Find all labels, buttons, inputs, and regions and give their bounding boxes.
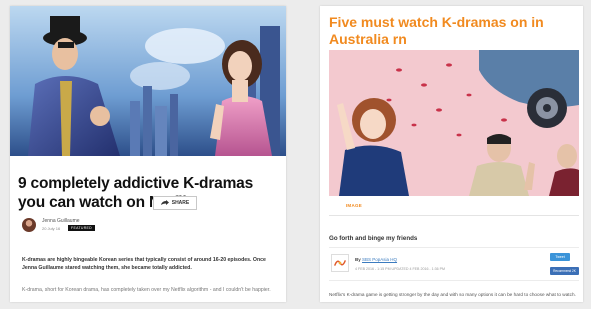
tweet-button[interactable]: Tweet xyxy=(550,253,570,261)
article-title[interactable]: Five must watch K-dramas on in Australia… xyxy=(329,14,549,48)
article-headline[interactable]: 9 completely addictive K-dramas you can … xyxy=(18,174,268,212)
publish-date: 20 July 16 xyxy=(42,226,61,231)
article-card-left: 9 completely addictive K-dramas you can … xyxy=(10,6,286,302)
recommend-label: Recommend 2K xyxy=(553,269,576,273)
active-tab-caret xyxy=(349,196,357,200)
hero-image-right[interactable] xyxy=(329,50,579,196)
article-paragraph: Netflix's K-drama game is getting strong… xyxy=(329,292,576,297)
tab-image[interactable]: IMAGE xyxy=(329,203,379,208)
byline-date: 4 FEB 2016 - 1:15 PM UPDATED 4 FEB 2016 … xyxy=(355,267,446,271)
recommend-button[interactable]: Recommend 2K xyxy=(550,267,579,275)
share-button[interactable]: SHARE xyxy=(153,196,197,210)
article-card-right: Five must watch K-dramas on in Australia… xyxy=(320,6,583,302)
body-paragraph: K-drama, short for Korean drama, has com… xyxy=(22,287,271,293)
sbs-popasia-logo[interactable] xyxy=(331,254,349,272)
featured-badge: FEATURED xyxy=(68,225,96,231)
byline-prefix: By xyxy=(355,257,361,262)
hero-image-left[interactable] xyxy=(10,6,286,156)
lead-paragraph: K-dramas are highly bingeable Korean ser… xyxy=(22,257,266,271)
share-arrow-icon xyxy=(160,200,169,205)
byline-source-link[interactable]: SBS PopAsia HQ xyxy=(362,257,397,262)
byline-text: By SBS PopAsia HQ xyxy=(355,257,397,262)
gallery-tabs: IMAGE xyxy=(329,196,579,216)
author-row: Jenna Guillaume 20 July 16 FEATURED xyxy=(22,218,222,234)
section-heading: Go forth and binge my friends xyxy=(329,235,418,242)
byline: By SBS PopAsia HQ 4 FEB 2016 - 1:15 PM U… xyxy=(329,247,579,281)
tweet-label: Tweet xyxy=(555,255,565,259)
author-name[interactable]: Jenna Guillaume xyxy=(42,218,80,224)
share-label: SHARE xyxy=(171,200,190,206)
avatar[interactable] xyxy=(22,218,36,232)
